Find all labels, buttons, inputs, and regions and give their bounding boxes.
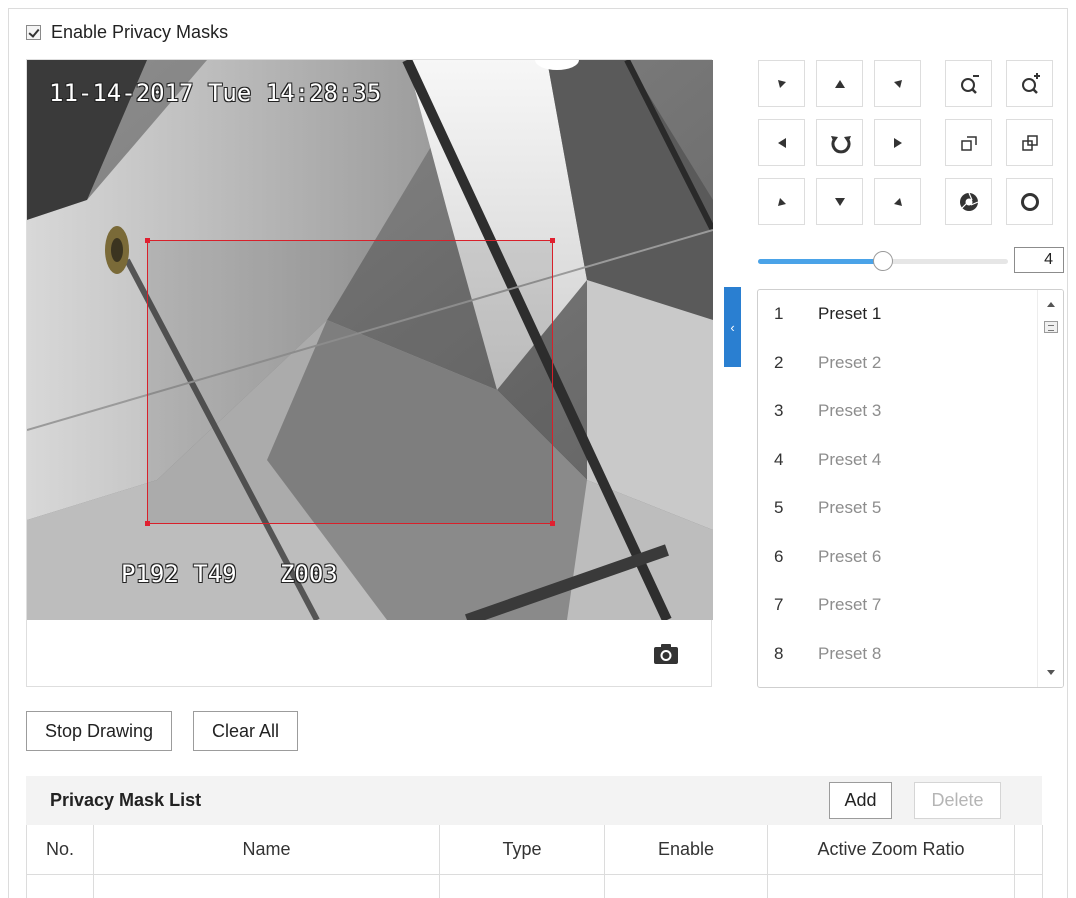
ptz-speed-slider[interactable] xyxy=(758,251,1008,271)
column-header: Type xyxy=(440,825,605,875)
preset-name: Preset 1 xyxy=(818,304,882,323)
preset-item[interactable]: 8 Preset 8 xyxy=(758,630,1036,678)
table-cell xyxy=(605,875,768,898)
live-view-panel: 11-14-2017 Tue 14:28:35 P192 T49 Z003 xyxy=(26,59,713,687)
arrow-up-icon xyxy=(834,79,845,88)
preset-name: Preset 4 xyxy=(818,449,882,469)
focus-near-button[interactable] xyxy=(945,119,992,166)
slider-fill xyxy=(758,259,883,264)
mask-handle[interactable] xyxy=(145,521,150,526)
zoom-out-button[interactable] xyxy=(945,60,992,107)
osd-ptz-position: P192 T49 Z003 xyxy=(121,560,338,588)
preset-number: 3 xyxy=(774,401,784,420)
iris-close-button[interactable] xyxy=(945,178,992,225)
zoom-in-button[interactable] xyxy=(1006,60,1053,107)
zoom-in-icon xyxy=(1021,72,1040,94)
column-header: Enable xyxy=(605,825,768,875)
enable-privacy-masks-checkbox[interactable] xyxy=(26,25,41,40)
arrow-down-right-button[interactable] xyxy=(874,178,921,225)
slider-knob[interactable] xyxy=(873,251,893,271)
focus-far-icon xyxy=(1021,134,1038,151)
arrow-up-left-button[interactable] xyxy=(758,60,805,107)
privacy-mask-table: No. Name Type Enable Active Zoom Ratio xyxy=(26,825,1043,898)
arrow-up-left-icon xyxy=(777,79,786,88)
preset-item[interactable]: 6 Preset 6 xyxy=(758,533,1036,581)
preset-item[interactable]: 4 Preset 4 xyxy=(758,436,1036,484)
table-cell xyxy=(1015,875,1043,898)
collapse-ptz-panel-tab[interactable]: ‹ xyxy=(724,287,741,367)
arrow-up-button[interactable] xyxy=(816,60,863,107)
osd-datetime: 11-14-2017 Tue 14:28:35 xyxy=(49,79,382,107)
arrow-right-icon xyxy=(893,137,902,148)
add-mask-button[interactable]: Add xyxy=(829,782,892,819)
preset-item[interactable]: 7 Preset 7 xyxy=(758,581,1036,629)
preset-number: 8 xyxy=(774,643,784,663)
preset-number: 7 xyxy=(774,595,784,614)
chevron-left-icon: ‹ xyxy=(730,319,735,335)
preset-name: Preset 5 xyxy=(818,498,882,517)
clear-all-button[interactable]: Clear All xyxy=(193,711,298,751)
scrollbar-thumb[interactable] xyxy=(1044,321,1058,333)
preset-item[interactable]: 5 Preset 5 xyxy=(758,484,1036,532)
table-cell xyxy=(440,875,605,898)
preset-item[interactable]: 3 Preset 3 xyxy=(758,387,1036,435)
arrow-down-right-icon xyxy=(893,197,902,206)
preset-number: 6 xyxy=(774,546,784,566)
focus-far-button[interactable] xyxy=(1006,119,1053,166)
camera-icon[interactable] xyxy=(651,642,681,666)
auto-scan-button[interactable] xyxy=(816,119,863,166)
delete-mask-button[interactable]: Delete xyxy=(914,782,1001,819)
arrow-up-right-button[interactable] xyxy=(874,60,921,107)
preset-number: 1 xyxy=(774,304,784,323)
arrow-left-icon xyxy=(777,137,786,148)
preset-number: 4 xyxy=(774,449,784,469)
mask-handle[interactable] xyxy=(550,238,555,243)
preset-name: Preset 2 xyxy=(818,352,882,372)
stop-drawing-button[interactable]: Stop Drawing xyxy=(26,711,172,751)
enable-privacy-masks-label: Enable Privacy Masks xyxy=(51,22,229,42)
column-header-filler xyxy=(1015,825,1043,875)
preset-item[interactable]: 2 Preset 2 xyxy=(758,339,1036,387)
arrow-right-button[interactable] xyxy=(874,119,921,166)
preset-number: 5 xyxy=(774,498,784,517)
iris-open-icon xyxy=(1020,192,1039,211)
mask-handle[interactable] xyxy=(145,238,150,243)
table-cell xyxy=(27,875,94,898)
arrow-left-button[interactable] xyxy=(758,119,805,166)
arrow-up-right-icon xyxy=(893,79,902,88)
arrow-down-icon xyxy=(834,197,845,206)
zoom-out-icon xyxy=(960,74,979,94)
preset-name: Preset 7 xyxy=(818,595,882,614)
preset-list-scrollbar[interactable] xyxy=(1037,290,1063,687)
arrow-down-left-icon xyxy=(777,197,786,206)
scroll-up-icon[interactable] xyxy=(1047,302,1055,307)
preset-name: Preset 3 xyxy=(818,401,882,420)
preset-list: 1 Preset 1 2 Preset 2 3 Preset 3 4 Preset 4 5 Pre… xyxy=(757,289,1064,688)
table-cell xyxy=(768,875,1015,898)
preset-item[interactable]: 1 Preset 1 xyxy=(758,290,1036,338)
column-header: No. xyxy=(27,825,94,875)
preset-number: 2 xyxy=(774,352,784,372)
preset-name: Preset 6 xyxy=(818,546,882,566)
ptz-speed-value[interactable]: 4 xyxy=(1014,247,1064,273)
table-cell xyxy=(94,875,440,898)
mask-handle[interactable] xyxy=(550,521,555,526)
iris-open-button[interactable] xyxy=(1006,178,1053,225)
auto-scan-icon xyxy=(830,135,851,153)
privacy-mask-area[interactable] xyxy=(145,238,555,526)
live-video[interactable]: 11-14-2017 Tue 14:28:35 P192 T49 Z003 xyxy=(27,60,713,620)
focus-near-icon xyxy=(960,135,977,151)
enable-privacy-masks-row[interactable]: Enable Privacy Masks xyxy=(26,22,228,43)
column-header: Name xyxy=(94,825,440,875)
column-header: Active Zoom Ratio xyxy=(768,825,1015,875)
arrow-down-left-button[interactable] xyxy=(758,178,805,225)
preset-name: Preset 8 xyxy=(818,643,882,663)
scroll-down-icon[interactable] xyxy=(1047,670,1055,675)
iris-close-icon xyxy=(959,192,978,211)
arrow-down-button[interactable] xyxy=(816,178,863,225)
privacy-mask-list-title: Privacy Mask List xyxy=(50,790,202,810)
